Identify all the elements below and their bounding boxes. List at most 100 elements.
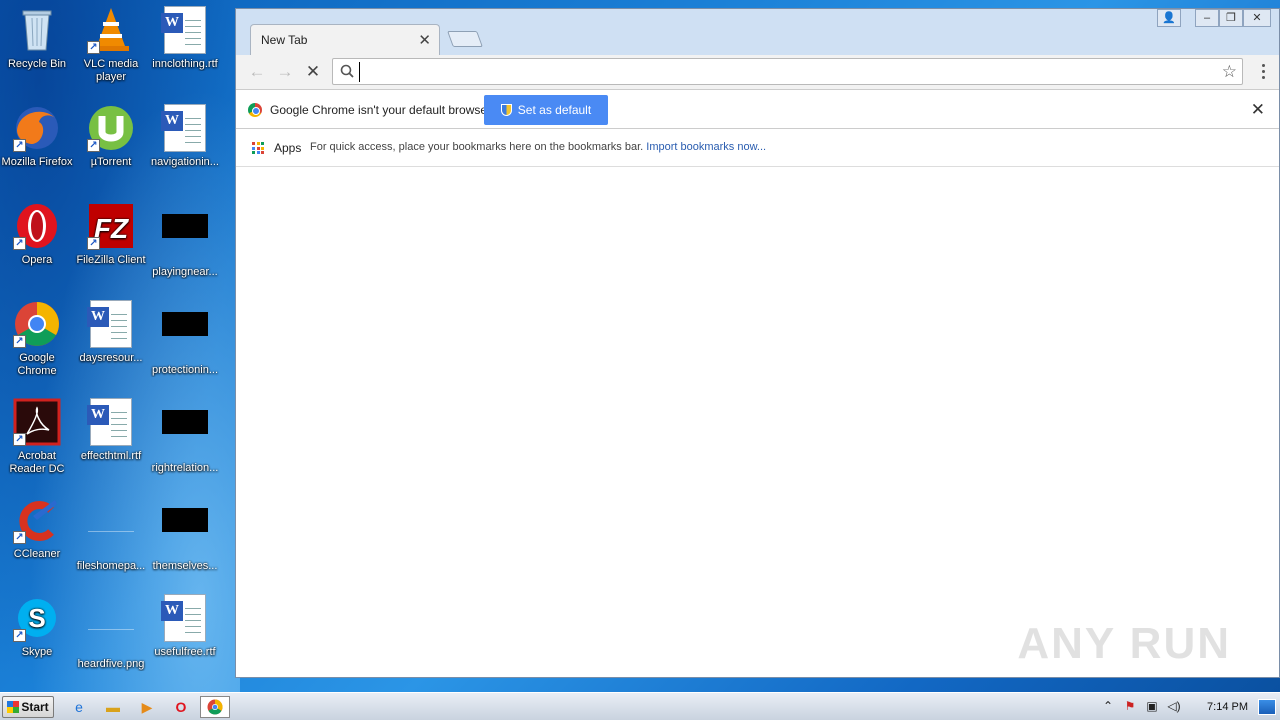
desktop-icon-themselves[interactable]: themselves... xyxy=(148,496,222,573)
desktop-icon-label: FileZilla Client xyxy=(76,254,146,266)
title-bar[interactable]: New Tab ✕ 👤 – ❐ ✕ xyxy=(236,9,1279,56)
start-button[interactable]: Start xyxy=(2,696,54,718)
address-input[interactable] xyxy=(359,62,1209,82)
chrome-window: New Tab ✕ 👤 – ❐ ✕ ← → ✕ ☆ Google Chrome … xyxy=(235,8,1280,678)
word-document-icon: W xyxy=(161,594,209,642)
opera-taskbar-icon[interactable]: O xyxy=(170,697,192,717)
search-icon xyxy=(340,64,354,78)
profile-icon[interactable]: 👤 xyxy=(1157,9,1181,27)
desktop-icon-usefulfree[interactable]: W usefulfree.rtf xyxy=(148,594,222,659)
desktop-icon-skype[interactable]: S ↗ Skype xyxy=(0,594,74,659)
desktop-icon-rightrelation[interactable]: rightrelation... xyxy=(148,398,222,475)
desktop-icon-label: playingnear... xyxy=(152,266,218,278)
system-tray: ⌃ ⚑ ▣ ◁) 7:14 PM xyxy=(1100,695,1280,719)
bookmarks-hint: For quick access, place your bookmarks h… xyxy=(310,141,766,153)
page-content: ANY RUN xyxy=(236,167,1279,677)
skype-icon: S ↗ xyxy=(13,594,61,642)
chrome-logo-icon xyxy=(248,103,262,117)
desktop-icon-innclothing[interactable]: W innclothing.rtf xyxy=(148,6,222,71)
show-hidden-icons-icon[interactable]: ⌃ xyxy=(1100,697,1116,715)
word-document-icon: W xyxy=(161,6,209,54)
desktop-icon-firefox[interactable]: ↗ Mozilla Firefox xyxy=(0,104,74,169)
windows-logo-icon xyxy=(7,701,20,713)
desktop-icon-navigationin[interactable]: W navigationin... xyxy=(148,104,222,169)
chrome-icon: ↗ xyxy=(13,300,61,348)
desktop-icon-label: Opera xyxy=(21,254,53,266)
restore-button[interactable]: ❐ xyxy=(1219,9,1243,27)
firefox-icon: ↗ xyxy=(13,104,61,152)
close-infobar-icon[interactable]: ✕ xyxy=(1251,100,1265,120)
anyrun-watermark: ANY RUN xyxy=(1017,619,1231,668)
desktop-icon-vlc[interactable]: ↗ VLC media player xyxy=(74,6,148,84)
set-as-default-button[interactable]: Set as default xyxy=(484,95,608,125)
back-button[interactable]: ← xyxy=(246,61,268,83)
word-document-icon: W xyxy=(87,398,135,446)
ccleaner-icon: ↗ xyxy=(13,496,61,544)
desktop-icon-recycle-bin[interactable]: Recycle Bin xyxy=(0,6,74,71)
stop-loading-button[interactable]: ✕ xyxy=(302,61,324,83)
desktop-icon-effecthtml[interactable]: W effecthtml.rtf xyxy=(74,398,148,463)
desktop-icon-acrobat-reader[interactable]: ↗ Acrobat Reader DC xyxy=(0,398,74,476)
toolbar: ← → ✕ ☆ xyxy=(236,55,1279,89)
desktop-icon-protectionin[interactable]: protectionin... xyxy=(148,300,222,377)
file-thumbnail-icon xyxy=(161,410,209,458)
file-thumbnail-icon xyxy=(161,312,209,360)
desktop-icon-daysresour[interactable]: W daysresour... xyxy=(74,300,148,365)
file-explorer-icon[interactable]: ▬ xyxy=(102,697,124,717)
desktop-icon-playingnear[interactable]: playingnear... xyxy=(148,202,222,279)
desktop-icon-fileshomepa[interactable]: fileshomepa... xyxy=(74,496,148,573)
new-tab-button[interactable] xyxy=(447,31,483,47)
shortcut-arrow-icon: ↗ xyxy=(87,237,100,250)
uac-shield-icon xyxy=(500,104,512,116)
chrome-menu-button[interactable] xyxy=(1255,63,1271,81)
utorrent-icon: ↗ xyxy=(87,104,135,152)
show-desktop-button[interactable] xyxy=(1258,699,1276,715)
desktop: Recycle Bin ↗ Mozilla Firefox ↗ Opera ↗ … xyxy=(0,0,236,692)
desktop-icon-label: µTorrent xyxy=(90,156,132,168)
network-icon[interactable]: ▣ xyxy=(1144,697,1160,715)
bookmark-star-icon[interactable]: ☆ xyxy=(1222,62,1237,82)
chrome-taskbar-icon[interactable] xyxy=(200,696,230,718)
desktop-icon-label: daysresour... xyxy=(79,352,143,364)
desktop-icon-heardfive[interactable]: heardfive.png xyxy=(74,594,148,671)
desktop-icon-filezilla[interactable]: FZ ↗ FileZilla Client xyxy=(74,202,148,267)
desktop-icon-opera[interactable]: ↗ Opera xyxy=(0,202,74,267)
file-thumbnail-icon xyxy=(87,508,135,556)
acrobat-icon: ↗ xyxy=(13,398,61,446)
shortcut-arrow-icon: ↗ xyxy=(13,629,26,642)
file-thumbnail-icon xyxy=(161,214,209,262)
import-bookmarks-link[interactable]: Import bookmarks now... xyxy=(646,141,766,153)
apps-shortcut[interactable]: Apps xyxy=(274,141,301,155)
desktop-icon-label: Recycle Bin xyxy=(7,58,67,70)
minimize-button[interactable]: – xyxy=(1195,9,1219,27)
volume-icon[interactable]: ◁) xyxy=(1166,697,1182,715)
media-player-icon[interactable]: ▶ xyxy=(136,697,158,717)
apps-grid-icon[interactable] xyxy=(252,142,264,154)
shortcut-arrow-icon: ↗ xyxy=(13,335,26,348)
internet-explorer-icon[interactable]: e xyxy=(68,697,90,717)
desktop-icon-ccleaner[interactable]: ↗ CCleaner xyxy=(0,496,74,561)
shortcut-arrow-icon: ↗ xyxy=(13,531,26,544)
svg-text:S: S xyxy=(28,603,45,633)
filezilla-icon: FZ ↗ xyxy=(87,202,135,250)
word-document-icon: W xyxy=(161,104,209,152)
desktop-icon-google-chrome[interactable]: ↗ Google Chrome xyxy=(0,300,74,378)
clock[interactable]: 7:14 PM xyxy=(1207,701,1248,713)
image-thumbnail-icon xyxy=(87,606,135,654)
tab-new-tab[interactable]: New Tab ✕ xyxy=(250,24,440,56)
desktop-icon-label: protectionin... xyxy=(151,364,219,376)
shortcut-arrow-icon: ↗ xyxy=(13,237,26,250)
start-label: Start xyxy=(21,700,49,714)
omnibox[interactable]: ☆ xyxy=(332,58,1243,85)
forward-button[interactable]: → xyxy=(274,61,296,83)
bookmarks-bar: Apps For quick access, place your bookma… xyxy=(236,129,1279,167)
action-center-icon[interactable]: ⚑ xyxy=(1122,697,1138,715)
desktop-icon-label: effecthtml.rtf xyxy=(80,450,142,462)
shortcut-arrow-icon: ↗ xyxy=(87,139,100,152)
close-window-button[interactable]: ✕ xyxy=(1243,9,1271,27)
desktop-icon-label: CCleaner xyxy=(13,548,61,560)
desktop-icon-label: Mozilla Firefox xyxy=(1,156,73,168)
close-tab-icon[interactable]: ✕ xyxy=(418,31,431,49)
desktop-icon-utorrent[interactable]: ↗ µTorrent xyxy=(74,104,148,169)
desktop-icon-label: usefulfree.rtf xyxy=(154,646,216,658)
